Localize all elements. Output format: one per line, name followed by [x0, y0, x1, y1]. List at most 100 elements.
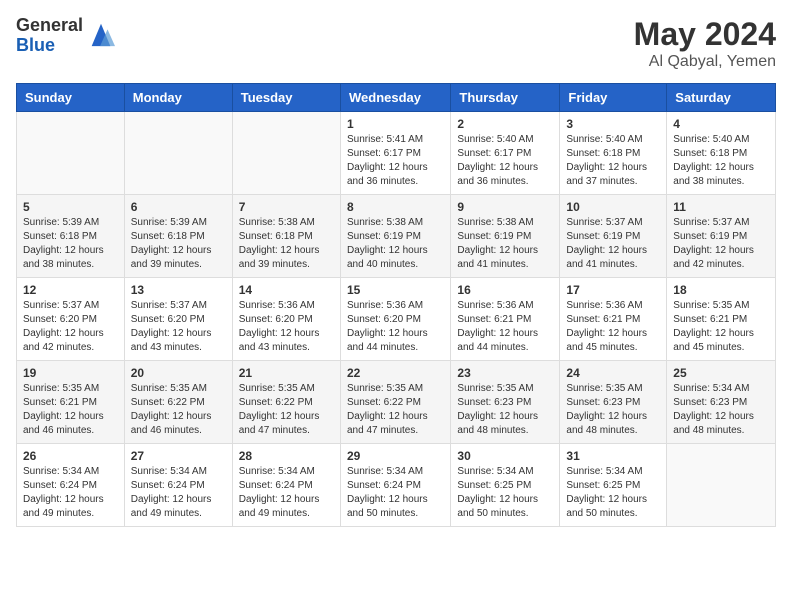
day-info: Sunrise: 5:38 AM Sunset: 6:18 PM Dayligh… [239, 216, 334, 272]
calendar-cell: 14Sunrise: 5:36 AM Sunset: 6:20 PM Dayli… [232, 278, 340, 361]
day-number: 25 [673, 366, 769, 380]
calendar-cell [17, 112, 125, 195]
header-tuesday: Tuesday [232, 84, 340, 112]
calendar-cell: 3 Sunrise: 5:40 AM Sunset: 6:18 PM Daylig… [560, 112, 667, 195]
day-number: 8 [347, 200, 444, 214]
calendar-cell: 7 Sunrise: 5:38 AM Sunset: 6:18 PM Daylig… [232, 195, 340, 278]
day-number: 22 [347, 366, 444, 380]
calendar-cell: 25 Sunrise: 5:34 AM Sunset: 6:23 PM Dayli… [667, 361, 776, 444]
day-number: 26 [23, 449, 118, 463]
day-info: Sunrise: 5:34 AM Sunset: 6:24 PM Dayligh… [239, 465, 334, 521]
calendar-cell: 30 Sunrise: 5:34 AM Sunset: 6:25 PM Dayli… [451, 444, 560, 527]
day-info: Sunrise: 5:34 AM Sunset: 6:23 PM Dayligh… [673, 382, 769, 438]
day-info: Sunrise: 5:40 AM Sunset: 6:18 PM Dayligh… [566, 133, 660, 189]
day-number: 23 [457, 366, 553, 380]
day-info: Sunrise: 5:39 AM Sunset: 6:18 PM Dayligh… [23, 216, 118, 272]
calendar-cell: 6Sunrise: 5:39 AM Sunset: 6:18 PM Daylig… [124, 195, 232, 278]
day-number: 6 [131, 200, 226, 214]
calendar-cell: 24 Sunrise: 5:35 AM Sunset: 6:23 PM Dayli… [560, 361, 667, 444]
calendar-week-row: 26 Sunrise: 5:34 AM Sunset: 6:24 PM Dayli… [17, 444, 776, 527]
day-info: Sunrise: 5:38 AM Sunset: 6:19 PM Dayligh… [457, 216, 553, 272]
day-info: Sunrise: 5:37 AM Sunset: 6:19 PM Dayligh… [673, 216, 769, 272]
day-info: Sunrise: 5:37 AM Sunset: 6:19 PM Dayligh… [566, 216, 660, 272]
calendar-cell: 19 Sunrise: 5:35 AM Sunset: 6:21 PM Dayli… [17, 361, 125, 444]
calendar-cell: 18 Sunrise: 5:35 AM Sunset: 6:21 PM Dayli… [667, 278, 776, 361]
header-saturday: Saturday [667, 84, 776, 112]
day-number: 30 [457, 449, 553, 463]
calendar-cell: 15 Sunrise: 5:36 AM Sunset: 6:20 PM Dayli… [340, 278, 450, 361]
calendar-table: SundayMondayTuesdayWednesdayThursdayFrid… [16, 83, 776, 527]
day-info: Sunrise: 5:41 AM Sunset: 6:17 PM Dayligh… [347, 133, 444, 189]
title-section: May 2024 Al Qabyal, Yemen [634, 16, 776, 71]
calendar-cell [124, 112, 232, 195]
day-info: Sunrise: 5:34 AM Sunset: 6:24 PM Dayligh… [347, 465, 444, 521]
calendar-cell: 1 Sunrise: 5:41 AM Sunset: 6:17 PM Daylig… [340, 112, 450, 195]
day-number: 9 [457, 200, 553, 214]
header-thursday: Thursday [451, 84, 560, 112]
calendar-cell: 12Sunrise: 5:37 AM Sunset: 6:20 PM Dayli… [17, 278, 125, 361]
calendar-cell: 28Sunrise: 5:34 AM Sunset: 6:24 PM Dayli… [232, 444, 340, 527]
day-number: 2 [457, 117, 553, 131]
day-info: Sunrise: 5:34 AM Sunset: 6:25 PM Dayligh… [566, 465, 660, 521]
calendar-cell: 31Sunrise: 5:34 AM Sunset: 6:25 PM Dayli… [560, 444, 667, 527]
calendar-cell: 10 Sunrise: 5:37 AM Sunset: 6:19 PM Dayli… [560, 195, 667, 278]
day-number: 17 [566, 283, 660, 297]
day-info: Sunrise: 5:37 AM Sunset: 6:20 PM Dayligh… [23, 299, 118, 355]
day-number: 16 [457, 283, 553, 297]
day-info: Sunrise: 5:38 AM Sunset: 6:19 PM Dayligh… [347, 216, 444, 272]
logo: General Blue [16, 16, 115, 56]
day-info: Sunrise: 5:35 AM Sunset: 6:23 PM Dayligh… [457, 382, 553, 438]
location-subtitle: Al Qabyal, Yemen [634, 53, 776, 71]
header-wednesday: Wednesday [340, 84, 450, 112]
calendar-cell [667, 444, 776, 527]
calendar-cell: 16 Sunrise: 5:36 AM Sunset: 6:21 PM Dayli… [451, 278, 560, 361]
day-info: Sunrise: 5:40 AM Sunset: 6:17 PM Dayligh… [457, 133, 553, 189]
header-monday: Monday [124, 84, 232, 112]
header-row: SundayMondayTuesdayWednesdayThursdayFrid… [17, 84, 776, 112]
day-info: Sunrise: 5:36 AM Sunset: 6:20 PM Dayligh… [347, 299, 444, 355]
logo-icon [87, 20, 115, 48]
day-info: Sunrise: 5:36 AM Sunset: 6:21 PM Dayligh… [457, 299, 553, 355]
day-info: Sunrise: 5:35 AM Sunset: 6:21 PM Dayligh… [673, 299, 769, 355]
calendar-week-row: 5 Sunrise: 5:39 AM Sunset: 6:18 PM Daylig… [17, 195, 776, 278]
calendar-cell: 26Sunrise: 5:34 AM Sunset: 6:24 PM Dayli… [17, 444, 125, 527]
logo-blue: Blue [16, 36, 83, 56]
calendar-cell [232, 112, 340, 195]
day-info: Sunrise: 5:34 AM Sunset: 6:24 PM Dayligh… [131, 465, 226, 521]
calendar-cell: 4Sunrise: 5:40 AM Sunset: 6:18 PM Daylig… [667, 112, 776, 195]
day-number: 27 [131, 449, 226, 463]
day-number: 3 [566, 117, 660, 131]
day-info: Sunrise: 5:34 AM Sunset: 6:25 PM Dayligh… [457, 465, 553, 521]
day-number: 13 [131, 283, 226, 297]
day-number: 18 [673, 283, 769, 297]
calendar-cell: 11 Sunrise: 5:37 AM Sunset: 6:19 PM Dayli… [667, 195, 776, 278]
calendar-cell: 8 Sunrise: 5:38 AM Sunset: 6:19 PM Daylig… [340, 195, 450, 278]
day-number: 10 [566, 200, 660, 214]
day-info: Sunrise: 5:35 AM Sunset: 6:23 PM Dayligh… [566, 382, 660, 438]
calendar-cell: 20Sunrise: 5:35 AM Sunset: 6:22 PM Dayli… [124, 361, 232, 444]
day-number: 7 [239, 200, 334, 214]
calendar-week-row: 12Sunrise: 5:37 AM Sunset: 6:20 PM Dayli… [17, 278, 776, 361]
day-number: 19 [23, 366, 118, 380]
day-number: 15 [347, 283, 444, 297]
day-number: 11 [673, 200, 769, 214]
day-number: 14 [239, 283, 334, 297]
day-info: Sunrise: 5:35 AM Sunset: 6:22 PM Dayligh… [347, 382, 444, 438]
day-number: 4 [673, 117, 769, 131]
day-info: Sunrise: 5:36 AM Sunset: 6:21 PM Dayligh… [566, 299, 660, 355]
day-info: Sunrise: 5:37 AM Sunset: 6:20 PM Dayligh… [131, 299, 226, 355]
calendar-cell: 13 Sunrise: 5:37 AM Sunset: 6:20 PM Dayli… [124, 278, 232, 361]
header-sunday: Sunday [17, 84, 125, 112]
calendar-cell: 17 Sunrise: 5:36 AM Sunset: 6:21 PM Dayli… [560, 278, 667, 361]
day-number: 5 [23, 200, 118, 214]
day-number: 29 [347, 449, 444, 463]
day-info: Sunrise: 5:35 AM Sunset: 6:21 PM Dayligh… [23, 382, 118, 438]
calendar-cell: 5 Sunrise: 5:39 AM Sunset: 6:18 PM Daylig… [17, 195, 125, 278]
calendar-cell: 9 Sunrise: 5:38 AM Sunset: 6:19 PM Daylig… [451, 195, 560, 278]
calendar-cell: 29 Sunrise: 5:34 AM Sunset: 6:24 PM Dayli… [340, 444, 450, 527]
header-friday: Friday [560, 84, 667, 112]
calendar-cell: 22 Sunrise: 5:35 AM Sunset: 6:22 PM Dayli… [340, 361, 450, 444]
calendar-week-row: 1 Sunrise: 5:41 AM Sunset: 6:17 PM Daylig… [17, 112, 776, 195]
day-number: 1 [347, 117, 444, 131]
day-number: 24 [566, 366, 660, 380]
